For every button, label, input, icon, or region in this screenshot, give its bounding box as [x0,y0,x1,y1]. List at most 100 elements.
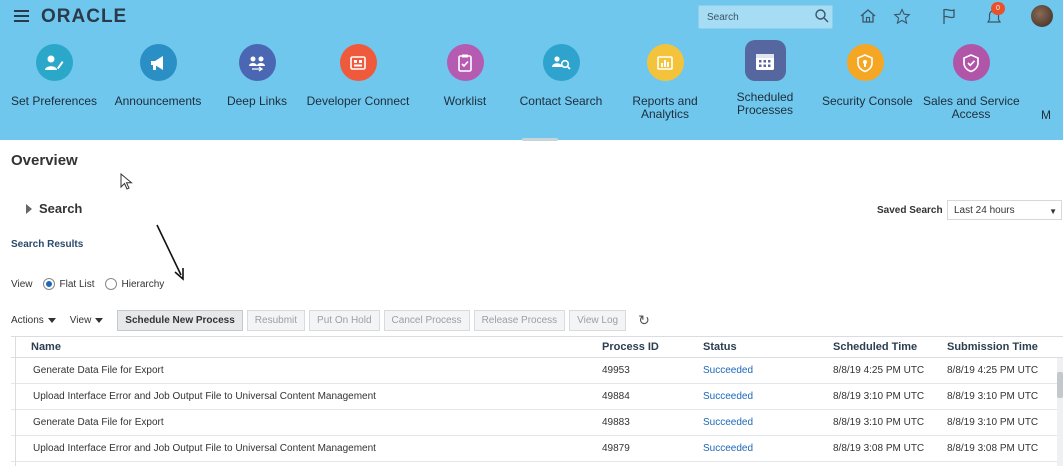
tile-label-line2: Access [951,107,991,121]
notification-count-badge: 0 [991,2,1005,15]
cell-status-link[interactable]: Succeeded [703,358,753,383]
results-toolbar: Actions View Schedule New Process Resubm… [11,309,650,331]
cell-status-link[interactable]: Succeeded [703,384,753,409]
tile-announcements[interactable]: Announcements [112,44,204,108]
tile-label: Deep Links [226,94,288,108]
global-header: ORACLE 0 [0,0,1063,34]
expand-triangle-icon[interactable] [26,203,32,214]
saved-search-value: Last 24 hours [954,205,1015,216]
cell-name: Generate Data File for Export [33,417,164,428]
actions-menu[interactable]: Actions [11,315,56,326]
tile-reports-analytics[interactable]: Reports and Analytics [626,44,704,121]
search-icon[interactable] [811,5,833,27]
clipboard-icon [446,44,484,81]
cell-process-id: 49879 [602,443,630,454]
cell-process-id: 49884 [602,391,630,402]
favorites-star-icon[interactable] [891,5,913,27]
tile-label: M [1041,108,1051,122]
tile-developer-connect[interactable]: Developer Connect [306,44,410,108]
put-on-hold-button[interactable]: Put On Hold [309,309,380,331]
shield-check-icon [952,44,990,81]
tile-label-line1: Reports and [632,94,698,108]
tile-deep-links[interactable]: Deep Links [224,44,290,108]
tile-label: Developer Connect [306,94,410,108]
megaphone-icon [139,44,177,81]
column-header-process-id[interactable]: Process ID [602,337,659,357]
cell-status-link[interactable]: Succeeded [703,410,753,435]
user-avatar[interactable] [1031,5,1053,27]
people-link-icon [238,44,276,81]
resubmit-button[interactable]: Resubmit [246,309,306,331]
cell-status-link[interactable]: Succeeded [703,436,753,461]
view-mode-group: View Flat List Hierarchy [11,278,164,290]
cell-submission-time: 8/8/19 4:25 PM UTC [947,365,1039,376]
cell-scheduled-time: 8/8/19 3:08 PM UTC [833,443,925,454]
column-header-scheduled-time[interactable]: Scheduled Time [833,337,917,357]
tile-label: Sales and Service Access [923,94,1020,121]
tile-label-line1: Sales and Service [923,94,1020,108]
hierarchy-label[interactable]: Hierarchy [122,279,165,290]
tile-label: Set Preferences [10,94,98,108]
saved-search-select[interactable]: Last 24 hours ▼ [947,200,1062,220]
flat-list-radio[interactable] [42,278,55,290]
navigator-menu-icon[interactable] [14,10,29,23]
annotation-arrow-icon [156,224,184,281]
tile-set-preferences[interactable]: Set Preferences [9,44,99,108]
view-mode-label: View [11,278,33,290]
oracle-logo[interactable]: ORACLE [41,6,127,28]
springboard-collapse-handle[interactable] [522,138,558,141]
release-process-button[interactable]: Release Process [473,309,566,331]
chart-icon [646,44,684,81]
table-row[interactable]: Generate Data File for Export 49953 Succ… [11,358,1063,384]
user-edit-icon [35,44,73,81]
search-section-label: Search [39,201,83,216]
watchlist-flag-icon[interactable] [938,5,960,27]
search-results-title: Search Results [11,239,84,250]
table-row[interactable]: Generate Data File for Export 49883 Succ… [11,410,1063,436]
cell-scheduled-time: 8/8/19 3:10 PM UTC [833,391,925,402]
cell-submission-time: 8/8/19 3:10 PM UTC [947,417,1039,428]
mouse-cursor-icon [120,173,133,190]
column-header-name[interactable]: Name [31,337,61,357]
tile-worklist[interactable]: Worklist [435,44,495,108]
dropdown-caret-icon [95,317,104,323]
cell-scheduled-time: 8/8/19 4:25 PM UTC [833,365,925,376]
contact-search-icon [542,44,580,81]
view-log-button[interactable]: View Log [569,309,627,331]
refresh-icon[interactable]: ↻ [638,312,650,329]
tile-more-partial[interactable]: M [1036,44,1056,122]
table-row[interactable]: Upload Interface Error and Job Output Fi… [11,384,1063,410]
column-header-status[interactable]: Status [703,337,737,357]
tile-scheduled-processes[interactable]: Scheduled Processes [726,40,804,117]
hierarchy-radio[interactable] [104,278,117,290]
home-icon[interactable] [857,5,879,27]
search-disclosure[interactable]: Search [26,201,82,216]
dropdown-caret-icon [47,317,56,323]
cell-scheduled-time: 8/8/19 3:10 PM UTC [833,417,925,428]
schedule-new-process-button[interactable]: Schedule New Process [117,309,243,331]
tile-label-line2: Analytics [640,107,690,121]
cell-name: Generate Data File for Export [33,365,164,376]
cell-name: Upload Interface Error and Job Output Fi… [33,391,376,402]
tile-security-console[interactable]: Security Console [822,44,913,108]
tile-label: Scheduled Processes [726,91,804,117]
table-left-divider [15,336,16,466]
processes-table: Name Process ID Status Scheduled Time Su… [11,336,1063,462]
tile-label: Reports and Analytics [626,95,704,121]
view-menu[interactable]: View [70,315,104,326]
column-header-submission-time[interactable]: Submission Time [947,337,1038,357]
flat-list-label[interactable]: Flat List [60,279,95,290]
cell-process-id: 49883 [602,417,630,428]
cell-process-id: 49953 [602,365,630,376]
shield-icon [846,44,884,81]
table-vertical-scrollbar[interactable] [1057,358,1063,466]
table-row[interactable]: Upload Interface Error and Job Output Fi… [11,436,1063,462]
tile-sales-service-access[interactable]: Sales and Service Access [923,44,1020,121]
global-search-input[interactable] [699,6,799,28]
cell-name: Upload Interface Error and Job Output Fi… [33,443,376,454]
actions-menu-label: Actions [11,314,44,326]
cancel-process-button[interactable]: Cancel Process [383,309,470,331]
notifications-bell-icon[interactable]: 0 [983,2,1005,27]
tile-contact-search[interactable]: Contact Search [517,44,605,108]
scrollbar-thumb[interactable] [1057,372,1063,398]
